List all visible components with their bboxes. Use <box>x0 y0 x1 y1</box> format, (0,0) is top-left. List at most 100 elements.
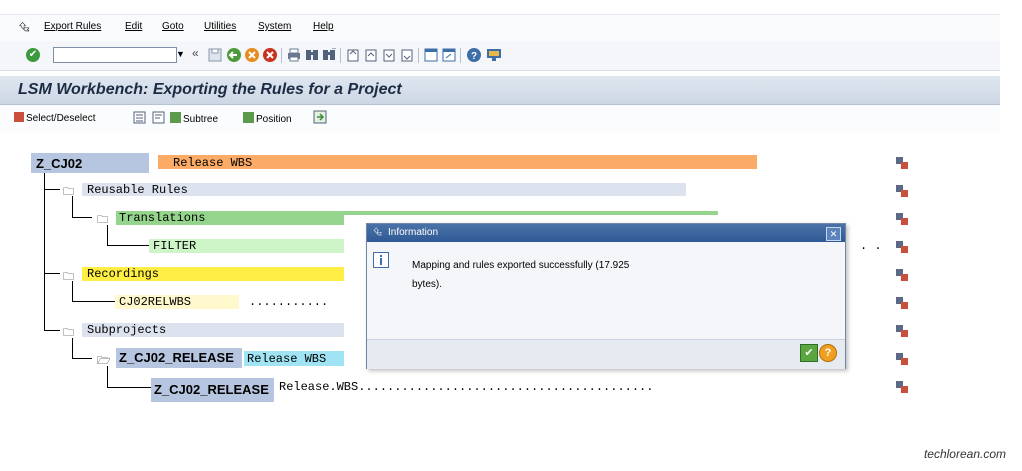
tree-line <box>44 273 60 274</box>
create-session-icon[interactable] <box>424 48 438 62</box>
dropdown-icon[interactable]: ▼ <box>176 49 185 59</box>
filter-label[interactable]: FILTER <box>153 239 196 253</box>
toolbar-separator <box>281 48 282 63</box>
find-next-icon[interactable] <box>322 48 336 62</box>
menu-export-rules[interactable]: Export Rules <box>44 21 101 32</box>
collapse-all-icon[interactable] <box>152 111 165 124</box>
folder-icon[interactable]: 🗀 <box>97 211 108 230</box>
folder-icon[interactable]: 🗀 <box>63 268 74 287</box>
tree-line <box>107 245 149 246</box>
dialog-window-icon: ⮴ <box>373 226 382 238</box>
leaf-desc: Release.WBS.............................… <box>279 380 654 394</box>
cancel-icon[interactable] <box>262 47 278 63</box>
shortcut-icon[interactable] <box>442 48 456 62</box>
export-icon[interactable] <box>313 110 327 124</box>
tree-line <box>44 171 45 331</box>
confirm-button[interactable]: ✔ <box>800 344 818 362</box>
menu-goto-label: Goto <box>162 21 184 32</box>
select-deselect-label: Select/Deselect <box>26 113 96 124</box>
toolbar-separator <box>418 48 419 63</box>
first-page-icon[interactable] <box>346 48 360 62</box>
exit-icon[interactable] <box>244 47 260 63</box>
select-row-icon[interactable] <box>896 353 908 365</box>
recordings-label[interactable]: Recordings <box>87 267 159 281</box>
menu-edit-label: Edit <box>125 21 143 32</box>
root-node-desc: Release WBS <box>173 156 253 170</box>
dialog-title: Information <box>388 227 439 238</box>
tree-line <box>44 189 60 190</box>
subtree-icon <box>170 112 181 123</box>
help-button[interactable]: ? <box>819 344 837 362</box>
tree-line <box>107 387 151 388</box>
menu-utilities[interactable]: Utilities <box>204 21 236 32</box>
select-row-icon[interactable] <box>896 381 908 393</box>
subprojects-label[interactable]: Subprojects <box>87 323 166 337</box>
menu-icon[interactable]: ⮴ <box>19 19 29 35</box>
recording-item-label[interactable]: CJ02RELWBS <box>119 295 191 309</box>
back-double-icon[interactable]: « <box>192 46 199 60</box>
application-toolbar: Select/Deselect Subtree Position <box>0 105 1000 132</box>
help-icon[interactable]: ? <box>466 47 482 63</box>
recording-item-dots: ........... <box>249 295 329 309</box>
select-row-icon[interactable] <box>896 269 908 281</box>
tree-line <box>72 358 92 359</box>
back-icon[interactable] <box>226 47 242 63</box>
subtree-button[interactable]: Subtree <box>170 112 218 125</box>
dialog-title-bar[interactable]: ⮴ Information ✕ <box>367 224 845 242</box>
title-bar: LSM Workbench: Exporting the Rules for a… <box>0 76 1000 105</box>
menu-system-label: System <box>258 21 292 32</box>
expand-all-icon[interactable] <box>133 111 146 124</box>
menu-utilities-label: Utilities <box>204 21 237 32</box>
dialog-close-button[interactable]: ✕ <box>826 227 841 241</box>
select-deselect-button[interactable]: Select/Deselect <box>14 112 95 124</box>
root-node-code[interactable]: Z_CJ02 <box>36 156 82 171</box>
filter-trailing-dots: . . <box>860 239 882 253</box>
enter-icon[interactable]: ✔ <box>26 48 40 62</box>
select-row-icon[interactable] <box>896 213 908 225</box>
subproject-code[interactable]: Z_CJ02_RELEASE <box>119 350 234 365</box>
dialog-message: Mapping and rules exported successfully … <box>412 260 630 290</box>
print-icon[interactable] <box>287 48 301 62</box>
menu-edit[interactable]: Edit <box>125 21 142 32</box>
watermark-credit: techlorean.com <box>923 447 1006 461</box>
standard-toolbar: ✔ ▼ « ? <box>0 41 1000 71</box>
subtree-label: Subtree <box>183 114 219 125</box>
folder-icon[interactable]: 🗀 <box>63 324 74 343</box>
dialog-footer <box>367 339 845 369</box>
folder-icon[interactable]: 🗀 <box>63 183 74 202</box>
find-icon[interactable] <box>305 48 319 62</box>
tree-line <box>72 217 92 218</box>
tree-line <box>72 301 116 302</box>
menu-export-rules-label: Export Rules <box>44 21 102 32</box>
menu-help[interactable]: Help <box>313 21 334 32</box>
toolbar-separator <box>340 48 341 63</box>
last-page-icon[interactable] <box>400 48 414 62</box>
reusable-rules-label[interactable]: Reusable Rules <box>87 183 188 197</box>
translations-bar-ext <box>344 211 718 215</box>
command-field[interactable] <box>53 47 177 63</box>
prev-page-icon[interactable] <box>364 48 378 62</box>
select-row-icon[interactable] <box>896 157 908 169</box>
select-row-icon[interactable] <box>896 241 908 253</box>
leaf-code[interactable]: Z_CJ02_RELEASE <box>154 382 269 397</box>
select-row-icon[interactable] <box>896 325 908 337</box>
translations-label[interactable]: Translations <box>119 211 205 225</box>
position-button[interactable]: Position <box>243 112 292 125</box>
tree-line <box>44 330 60 331</box>
menu-goto[interactable]: Goto <box>162 21 184 32</box>
svg-text:?: ? <box>471 51 477 62</box>
information-dialog: ⮴ Information ✕ Mapping and rules export… <box>366 223 846 369</box>
save-icon[interactable] <box>208 48 222 62</box>
info-icon <box>373 252 389 268</box>
folder-open-icon[interactable]: 🗁 <box>97 352 111 371</box>
position-icon <box>243 112 254 123</box>
menu-help-label: Help <box>313 21 334 32</box>
select-icon <box>14 112 24 122</box>
select-row-icon[interactable] <box>896 185 908 197</box>
position-label: Position <box>256 114 292 125</box>
select-row-icon[interactable] <box>896 297 908 309</box>
next-page-icon[interactable] <box>382 48 396 62</box>
menu-system[interactable]: System <box>258 21 291 32</box>
toolbar-separator <box>460 48 461 63</box>
layout-icon[interactable] <box>486 47 502 63</box>
